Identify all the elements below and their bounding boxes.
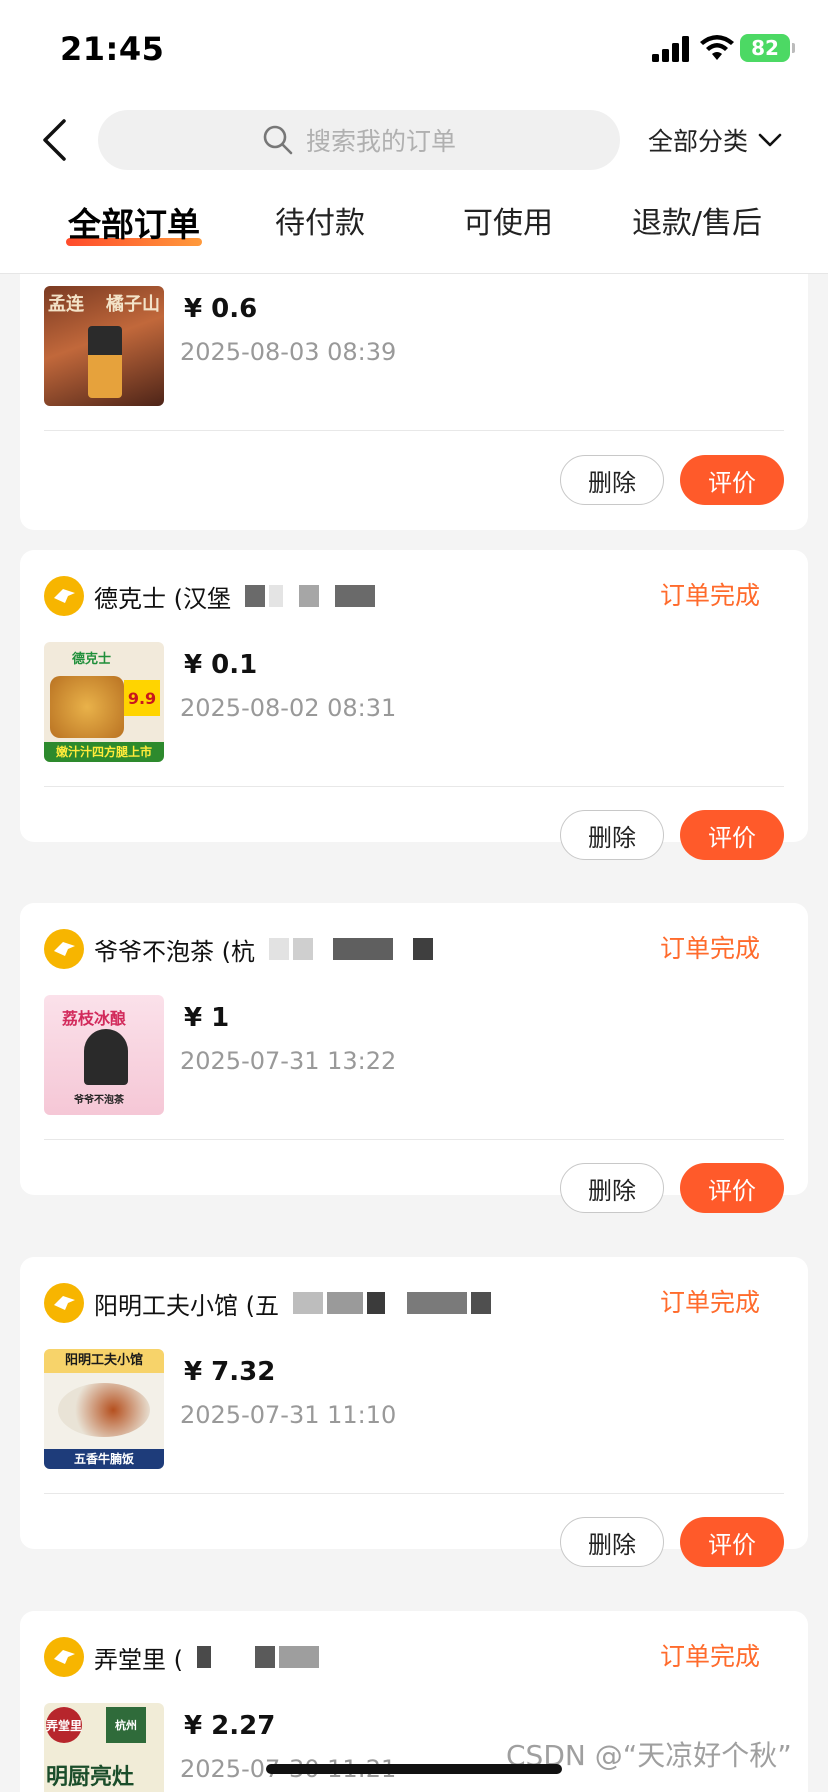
thumb-text: 明厨亮灶 [46,1765,135,1790]
delete-button[interactable]: 删除 [560,1163,664,1213]
thumb-text: 五香牛腩饭 [44,1449,164,1469]
thumb-text: 阳明工夫小馆 [44,1349,164,1373]
order-card[interactable]: 孟连 橘子山 ¥ 0.6 2025-08-03 08:39 删除 评价 [20,245,808,530]
store-row[interactable]: 阳明工夫小馆 (五 订单完成 [44,1281,784,1325]
category-label: 全部分类 [648,127,749,156]
order-price: ¥ 0.6 [184,294,258,324]
category-dropdown[interactable]: 全部分类 [648,110,808,170]
store-name: 爷爷不泡茶 (杭 [94,937,255,966]
cellular-signal-icon [652,36,689,62]
search-input[interactable]: 搜索我的订单 [98,110,620,170]
redacted-mosaic [245,585,375,607]
store-icon [44,576,84,616]
home-indicator [266,1764,562,1774]
tab-usable[interactable]: 可使用 [456,198,560,258]
thumb-text: 荔枝冰酿 [62,1009,127,1028]
chevron-left-icon [43,119,66,161]
order-thumbnail[interactable]: 阳明工夫小馆 五香牛腩饭 [44,1349,164,1469]
order-card[interactable]: 阳明工夫小馆 (五 订单完成 阳明工夫小馆 五香牛腩饭 ¥ 7.32 2025-… [20,1257,808,1567]
divider [44,430,784,431]
review-button[interactable]: 评价 [680,810,784,860]
redacted-mosaic [293,1292,491,1314]
thumb-text: 橘子山 [106,294,160,315]
divider [44,786,784,787]
thumb-text: 嫩汁汁四方腿上市 [44,742,164,762]
thumb-text: 9.9 [124,680,160,716]
chevron-down-icon [758,133,782,147]
nav-row: 搜索我的订单 全部分类 [0,100,828,180]
status-bar: 21:45 82 [0,0,828,100]
battery-icon: 82 [740,34,795,62]
wifi-icon [700,35,734,60]
divider [44,1139,784,1140]
search-placeholder: 搜索我的订单 [305,127,456,156]
tab-pending-payment[interactable]: 待付款 [268,198,372,258]
back-button[interactable] [30,116,78,164]
order-status: 订单完成 [659,1288,760,1317]
store-name: 德克士 (汉堡 [94,584,231,613]
order-status: 订单完成 [659,934,760,963]
delete-button[interactable]: 删除 [560,455,664,505]
store-name: 弄堂里 ( [94,1645,183,1674]
order-price: ¥ 1 [184,1003,230,1033]
order-card[interactable]: 德克士 (汉堡 订单完成 德克士 9.9 嫩汁汁四方腿上市 ¥ 0.1 2025… [20,550,808,860]
order-time: 2025-07-31 11:10 [180,1401,397,1429]
order-thumbnail[interactable]: 荔枝冰酿 爷爷不泡茶 [44,995,164,1115]
delete-button[interactable]: 删除 [560,1517,664,1567]
tab-all-orders[interactable]: 全部订单 [66,198,202,258]
store-row[interactable]: 德克士 (汉堡 订单完成 [44,574,784,618]
order-price: ¥ 0.1 [184,650,258,680]
divider [44,1493,784,1494]
thumb-text: 德克士 [72,652,112,667]
order-status: 订单完成 [659,1642,760,1671]
order-time: 2025-07-31 13:22 [180,1047,397,1075]
store-icon [44,1637,84,1677]
search-icon [262,124,294,156]
order-thumbnail[interactable]: 德克士 9.9 嫩汁汁四方腿上市 [44,642,164,762]
order-tabs: 全部订单 待付款 可使用 退款/售后 [0,198,828,258]
thumb-text: 孟连 [48,294,84,315]
delete-button[interactable]: 删除 [560,810,664,860]
redacted-mosaic [197,1646,319,1668]
store-row[interactable]: 爷爷不泡茶 (杭 订单完成 [44,927,784,971]
order-time: 2025-08-03 08:39 [180,338,397,366]
review-button[interactable]: 评价 [680,455,784,505]
battery-level: 82 [751,36,779,60]
header: 21:45 82 搜索我的订单 全部分类 全部订单 待付款 可使用 退款/售后 [0,0,828,274]
store-row[interactable]: 弄堂里 ( 订单完成 [44,1635,784,1679]
order-status: 订单完成 [659,581,760,610]
order-thumbnail[interactable]: 弄堂里 杭州 明厨亮灶 [44,1703,164,1792]
order-price: ¥ 2.27 [184,1711,276,1741]
order-price: ¥ 7.32 [184,1357,276,1387]
store-icon [44,1283,84,1323]
store-icon [44,929,84,969]
thumb-text: 爷爷不泡茶 [74,1095,124,1106]
review-button[interactable]: 评价 [680,1517,784,1567]
store-name: 阳明工夫小馆 (五 [94,1291,279,1320]
redacted-mosaic [269,938,433,960]
status-time: 21:45 [60,30,165,68]
thumb-text: 弄堂里 [46,1707,82,1743]
order-thumbnail[interactable]: 孟连 橘子山 [44,286,164,406]
order-card[interactable]: 爷爷不泡茶 (杭 订单完成 荔枝冰酿 爷爷不泡茶 ¥ 1 2025-07-31 … [20,903,808,1213]
order-time: 2025-08-02 08:31 [180,694,397,722]
tab-refund-after-sales[interactable]: 退款/售后 [622,198,772,258]
thumb-text: 杭州 [106,1707,146,1743]
review-button[interactable]: 评价 [680,1163,784,1213]
